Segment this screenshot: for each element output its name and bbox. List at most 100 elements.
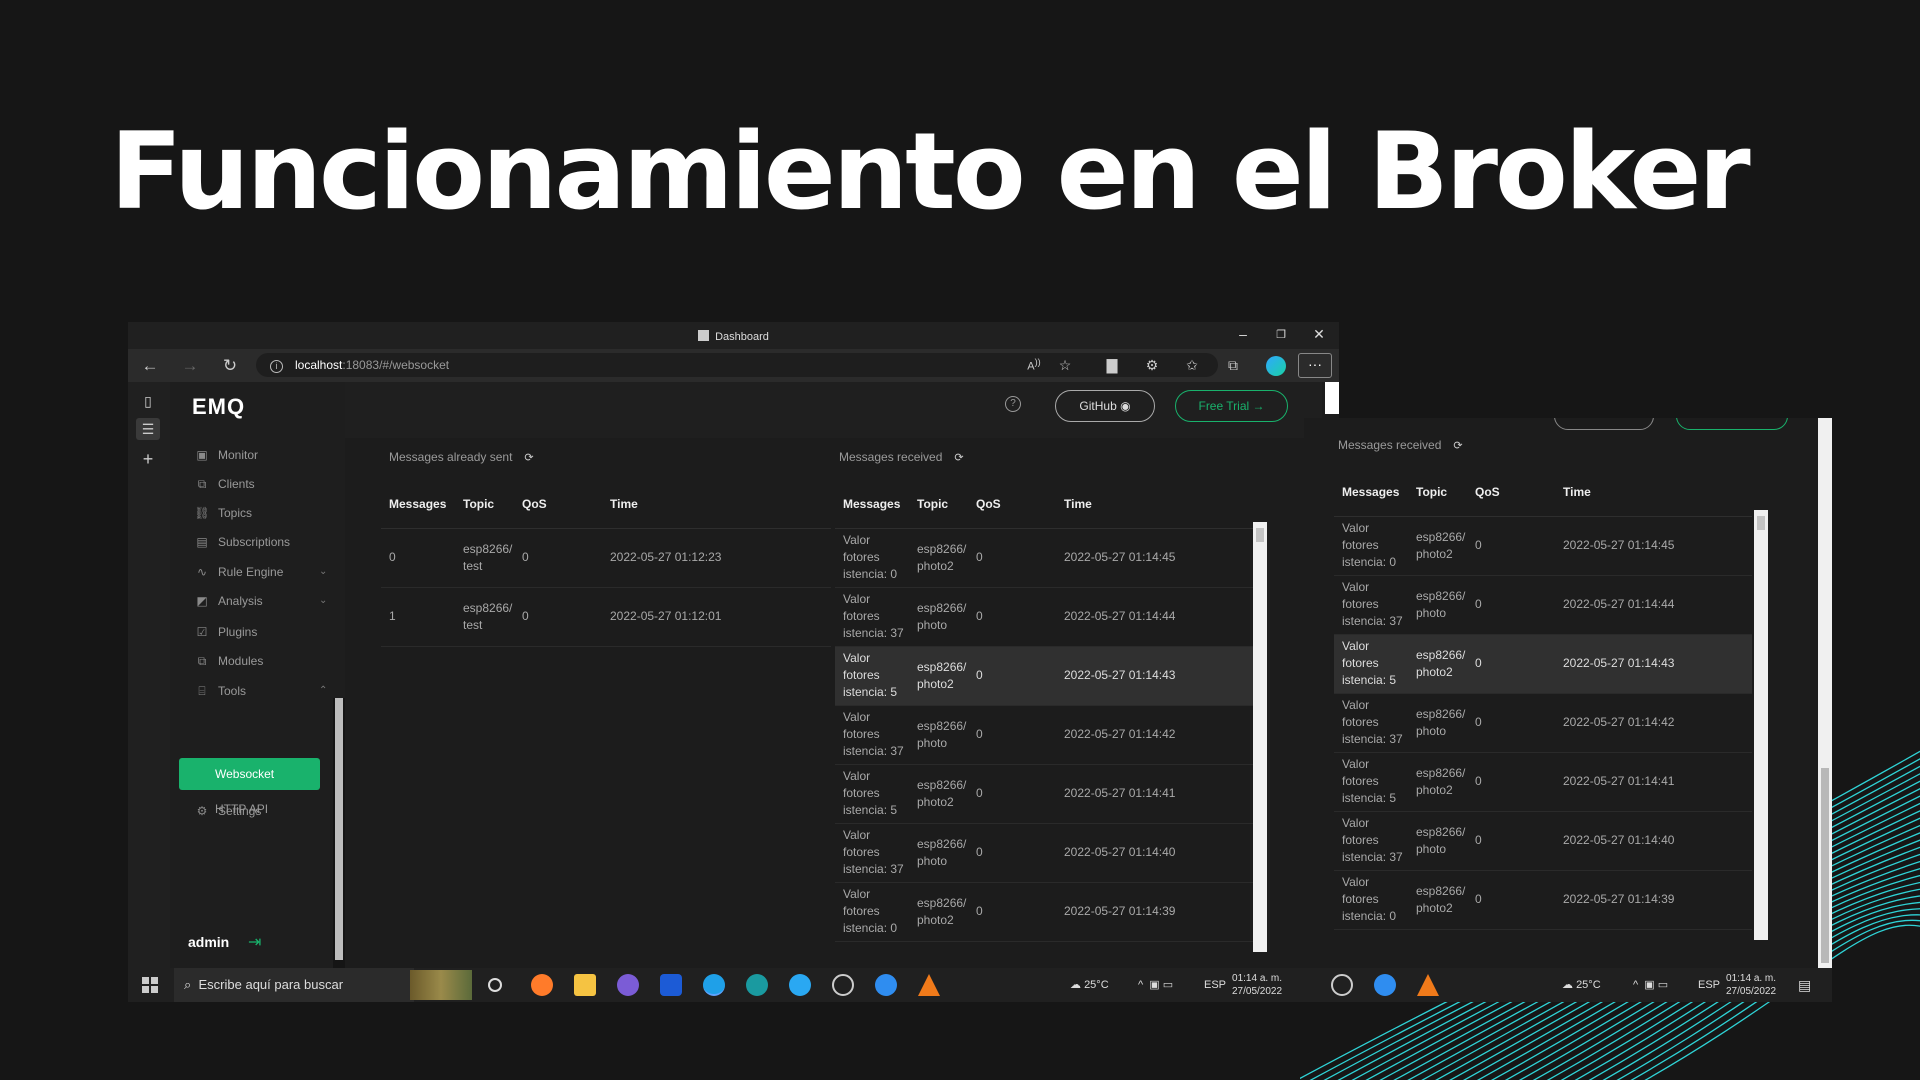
table-row[interactable]: Valor fotores istencia: 5 esp8266/photo2 0 2… bbox=[1334, 634, 1752, 694]
tray-icons-2[interactable]: ^ ▣ ▭ bbox=[1633, 968, 1668, 1002]
help-icon[interactable]: ? bbox=[1005, 396, 1021, 412]
table-row[interactable]: Valor fotores istencia: 37 esp8266/photo 0 2… bbox=[1334, 575, 1752, 635]
received-scrollbar-2[interactable] bbox=[1754, 510, 1768, 940]
tab-dashboard[interactable]: ☰ bbox=[136, 418, 160, 440]
table-row[interactable]: Valor fotores istencia: 37 esp8266/photo 0 2… bbox=[835, 587, 1253, 647]
table-row[interactable]: Valor fotores istencia: 37 esp8266/photo 0 2… bbox=[835, 705, 1253, 765]
taskbar-search[interactable]: ⌕ Escribe aquí para buscar bbox=[174, 968, 414, 1002]
sidebar-item-clients[interactable]: ⧉ Clients bbox=[194, 473, 255, 495]
github-button[interactable]: GitHub ◉ bbox=[1055, 390, 1155, 422]
tab-actions-icon[interactable]: ▯ bbox=[136, 390, 160, 412]
received-scroll-thumb-2[interactable] bbox=[1757, 516, 1765, 530]
windows-start-icon[interactable] bbox=[142, 977, 158, 993]
cortana-icon[interactable] bbox=[875, 974, 897, 996]
more-menu-button[interactable]: ··· bbox=[1298, 353, 1332, 378]
sidebar-item-topics[interactable]: ⛓ Topics bbox=[194, 502, 252, 524]
table-row[interactable]: Valor fotores istencia: 37 esp8266/photo 0 2… bbox=[835, 823, 1253, 883]
table-row[interactable]: Valor fotores istencia: 0 esp8266/photo2 0 2… bbox=[835, 882, 1253, 942]
clock[interactable]: 01:14 a. m. 27/05/2022 bbox=[1232, 972, 1282, 998]
weather-widget[interactable]: ☁ 25°C bbox=[1070, 968, 1109, 1002]
collections-icon[interactable]: ⧉ bbox=[1224, 357, 1242, 374]
webstorm-icon[interactable] bbox=[660, 974, 682, 996]
app-icon[interactable] bbox=[789, 974, 811, 996]
table-row[interactable]: 1 esp8266/test 0 2022-05-27 01:12:01 bbox=[381, 587, 831, 647]
table-row[interactable]: Valor fotores istencia: 0 esp8266/photo2 0 2… bbox=[835, 528, 1253, 588]
close-button[interactable]: ✕ bbox=[1299, 326, 1339, 343]
task-view-icon[interactable] bbox=[488, 978, 502, 992]
second-window-scroll-thumb[interactable] bbox=[1821, 768, 1829, 963]
sidebar-item-plugins[interactable]: ☑ Plugins bbox=[194, 621, 258, 643]
table-row[interactable]: Valor fotores istencia: 0 esp8266/photo2 0 2… bbox=[1334, 516, 1752, 576]
sidebar-item-websocket[interactable]: Websocket bbox=[179, 758, 320, 790]
extensions-icon[interactable]: ⚙ bbox=[1143, 357, 1161, 374]
sidebar-item-subscriptions[interactable]: ▤ Subscriptions bbox=[194, 531, 290, 553]
cell-message: Valor fotores istencia: 37 bbox=[835, 705, 909, 765]
sidebar-item-modules[interactable]: ⧉ Modules bbox=[194, 650, 264, 672]
cloud-icon: ☁ bbox=[1070, 979, 1081, 991]
cell-message: Valor fotores istencia: 5 bbox=[835, 764, 909, 824]
sidebar-item-monitor[interactable]: ▣ Monitor bbox=[194, 444, 258, 466]
arrow-right-icon: → bbox=[1252, 399, 1265, 413]
favorite-add-icon[interactable]: ☆ bbox=[1056, 357, 1074, 374]
sidebar-item-http-api[interactable]: HTTP API bbox=[215, 802, 268, 816]
forward-icon[interactable]: → bbox=[180, 356, 200, 376]
logout-icon[interactable]: ⇥ bbox=[248, 932, 261, 952]
back-icon[interactable]: ← bbox=[140, 356, 160, 376]
tray-icons[interactable]: ^ ▣ ▭ bbox=[1138, 968, 1173, 1002]
reload-icon[interactable]: ↻ bbox=[220, 356, 240, 376]
sidebar-item-rule-engine[interactable]: ∿ Rule Engine ⌄ bbox=[194, 561, 327, 583]
profile-avatar[interactable] bbox=[1266, 356, 1286, 376]
cell-time: 2022-05-27 01:14:41 bbox=[1056, 764, 1253, 824]
language-indicator-2[interactable]: ESP bbox=[1698, 968, 1720, 1002]
cell-message: 0 bbox=[381, 528, 455, 588]
new-tab-icon[interactable]: + bbox=[136, 448, 160, 470]
tools-icon: ⌸ bbox=[198, 684, 206, 698]
notifications-icon[interactable]: ▤ bbox=[1798, 968, 1811, 1002]
language-indicator[interactable]: ESP bbox=[1204, 968, 1226, 1002]
table-row[interactable]: Valor fotores istencia: 37 esp8266/photo 0 2… bbox=[1334, 811, 1752, 871]
discord-icon[interactable] bbox=[617, 974, 639, 996]
table-row[interactable]: 0 esp8266/test 0 2022-05-27 01:12:23 bbox=[381, 528, 831, 588]
refresh-icon[interactable]: ⟳ bbox=[524, 452, 533, 464]
received-scroll-thumb[interactable] bbox=[1256, 528, 1264, 542]
obs-icon-2[interactable] bbox=[1331, 974, 1353, 996]
refresh-icon[interactable]: ⟳ bbox=[1453, 440, 1462, 452]
edge-icon[interactable] bbox=[703, 974, 725, 996]
weather-widget-2[interactable]: ☁ 25°C bbox=[1562, 968, 1601, 1002]
file-explorer-icon[interactable] bbox=[574, 974, 596, 996]
vlc-icon-2[interactable] bbox=[1417, 974, 1439, 996]
sidebar-item-analysis[interactable]: ◩ Analysis ⌄ bbox=[194, 590, 327, 612]
cortana-icon-2[interactable] bbox=[1374, 974, 1396, 996]
cell-time: 2022-05-27 01:14:44 bbox=[1056, 587, 1253, 647]
favorites-icon[interactable]: ✩ bbox=[1183, 357, 1201, 374]
column-header: Time bbox=[602, 480, 831, 529]
restore-button[interactable]: ❐ bbox=[1261, 328, 1301, 341]
free-trial-button-partial[interactable] bbox=[1676, 418, 1788, 430]
cell-topic: esp8266/photo2 bbox=[1408, 752, 1467, 812]
github-button-partial[interactable] bbox=[1554, 418, 1654, 430]
received-scrollbar[interactable] bbox=[1253, 522, 1267, 952]
site-info-icon[interactable]: i bbox=[270, 360, 283, 373]
clock-2[interactable]: 01:14 a. m. 27/05/2022 bbox=[1726, 972, 1776, 998]
minimize-button[interactable]: – bbox=[1223, 326, 1263, 342]
table-row[interactable]: Valor fotores istencia: 0 esp8266/photo2 0 2… bbox=[1334, 870, 1752, 930]
sidebar-scroll-thumb[interactable] bbox=[335, 698, 343, 960]
table-row[interactable]: Valor fotores istencia: 5 esp8266/photo2 0 2… bbox=[1334, 752, 1752, 812]
column-header: Messages bbox=[835, 480, 909, 529]
table-row[interactable]: Valor fotores istencia: 5 esp8266/photo2 0 2… bbox=[835, 764, 1253, 824]
obs-icon[interactable] bbox=[832, 974, 854, 996]
arduino-icon[interactable] bbox=[746, 974, 768, 996]
table-row[interactable]: Valor fotores istencia: 5 esp8266/photo2 0 2… bbox=[835, 646, 1253, 706]
firefox-icon[interactable] bbox=[531, 974, 553, 996]
column-header: Time bbox=[1056, 480, 1253, 529]
read-aloud-icon[interactable]: A)) bbox=[1025, 357, 1043, 373]
free-trial-button[interactable]: Free Trial → bbox=[1175, 390, 1288, 422]
cell-message: Valor fotores istencia: 0 bbox=[1334, 516, 1408, 576]
reader-icon[interactable]: ▇ bbox=[1103, 357, 1121, 374]
refresh-icon[interactable]: ⟳ bbox=[954, 452, 963, 464]
table-row[interactable]: Valor fotores istencia: 37 esp8266/photo 0 2… bbox=[1334, 693, 1752, 753]
cell-time: 2022-05-27 01:14:39 bbox=[1056, 882, 1253, 942]
vlc-icon[interactable] bbox=[918, 974, 940, 996]
sidebar-item-tools[interactable]: ⌸ Tools ⌃ bbox=[194, 680, 327, 702]
page-scrollbar[interactable] bbox=[1325, 382, 1339, 414]
